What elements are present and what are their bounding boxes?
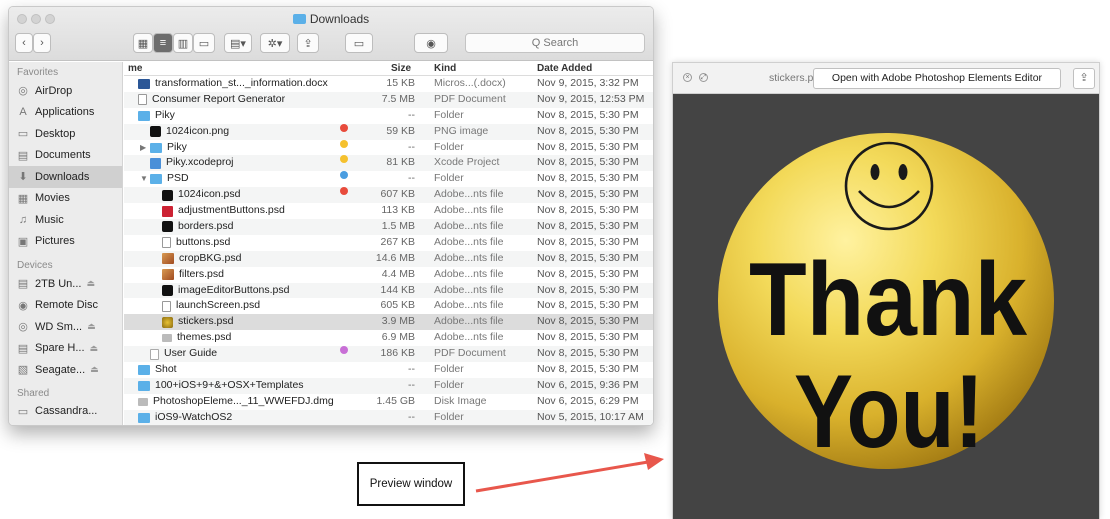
callout-label: Preview window bbox=[369, 478, 453, 490]
annotation-arrow bbox=[475, 453, 664, 493]
preview-window-callout: Preview window bbox=[357, 462, 465, 506]
screenshot-stage: Downloads ‹ › ▦ ≡ ▥ ▭ ▤▾ ✲▾ ⇪ ▭ ◉ Q Sear… bbox=[0, 0, 1110, 519]
